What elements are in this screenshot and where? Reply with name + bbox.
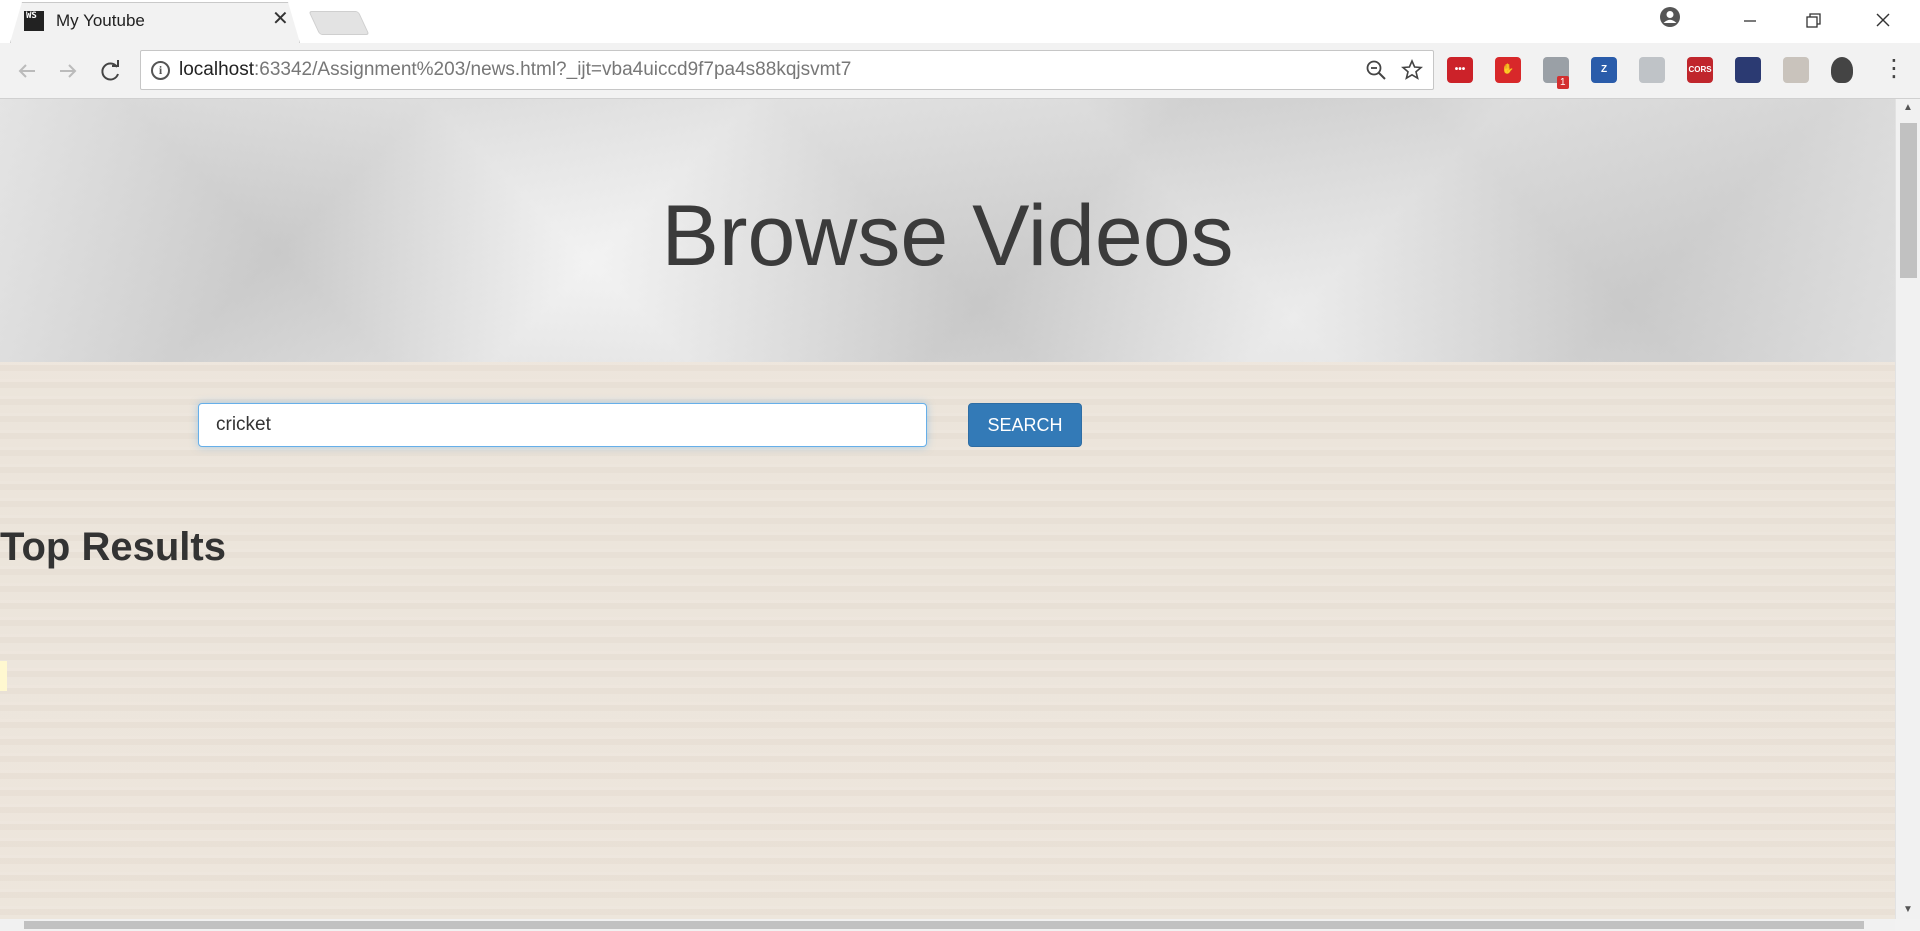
search-button[interactable]: SEARCH [968, 403, 1082, 447]
tab-title: My Youtube [56, 11, 145, 30]
restore-icon[interactable] [1798, 8, 1828, 34]
privacy-shield-extension-icon[interactable] [1831, 57, 1853, 83]
forward-icon[interactable] [52, 55, 84, 87]
horizontal-scroll-thumb[interactable] [24, 921, 1864, 929]
new-tab-button[interactable] [308, 11, 370, 35]
results-heading: Top Results [0, 525, 226, 569]
zotero-extension-icon[interactable]: Z [1591, 57, 1617, 83]
dark-flag-extension-icon[interactable] [1735, 57, 1761, 83]
url-host: localhost [179, 59, 254, 80]
url-path: :63342/Assignment%203/news.html?_ijt=vba… [254, 59, 852, 80]
webstorm-favicon-icon: WS [24, 11, 44, 31]
tab-close-icon[interactable]: ✕ [272, 8, 289, 30]
swirl-extension-icon[interactable] [1639, 57, 1665, 83]
extension-badge: 1 [1557, 76, 1569, 89]
page-viewport: Browse Videos SEARCH Top Results [0, 99, 1895, 919]
bookmark-star-icon[interactable] [1401, 59, 1423, 81]
url-text[interactable]: localhost:63342/Assignment%203/news.html… [179, 59, 851, 81]
vertical-scrollbar[interactable]: ▲ ▼ [1895, 99, 1920, 919]
back-icon[interactable] [11, 55, 43, 87]
page-title: Browse Videos [661, 188, 1234, 284]
site-info-icon[interactable]: i [151, 61, 170, 80]
minimize-icon[interactable] [1735, 8, 1765, 34]
lastpass-extension-icon[interactable]: ••• [1447, 57, 1473, 83]
profile-icon[interactable] [1659, 6, 1681, 28]
horizontal-scrollbar[interactable] [0, 919, 1895, 931]
browser-tab[interactable] [10, 2, 300, 43]
browser-toolbar: i localhost:63342/Assignment%203/news.ht… [0, 43, 1920, 99]
reload-icon[interactable] [95, 55, 127, 87]
search-input[interactable] [198, 403, 927, 447]
vertical-scroll-thumb[interactable] [1900, 123, 1917, 278]
address-bar[interactable]: i localhost:63342/Assignment%203/news.ht… [140, 50, 1434, 90]
tab-strip: WS My Youtube ✕ [0, 0, 1920, 43]
zoom-icon[interactable] [1365, 59, 1387, 81]
adblock-extension-icon[interactable]: ✋ [1495, 57, 1521, 83]
hero-banner: Browse Videos [0, 99, 1895, 362]
cors-extension-icon[interactable]: CORS [1687, 57, 1713, 83]
scroll-up-icon[interactable]: ▲ [1896, 99, 1920, 117]
scroll-down-icon[interactable]: ▼ [1896, 901, 1920, 919]
close-window-icon[interactable] [1868, 8, 1898, 34]
result-placeholder [0, 661, 7, 691]
browser-menu-icon[interactable]: ⋮ [1882, 53, 1906, 85]
grey-extension-icon[interactable] [1783, 57, 1809, 83]
